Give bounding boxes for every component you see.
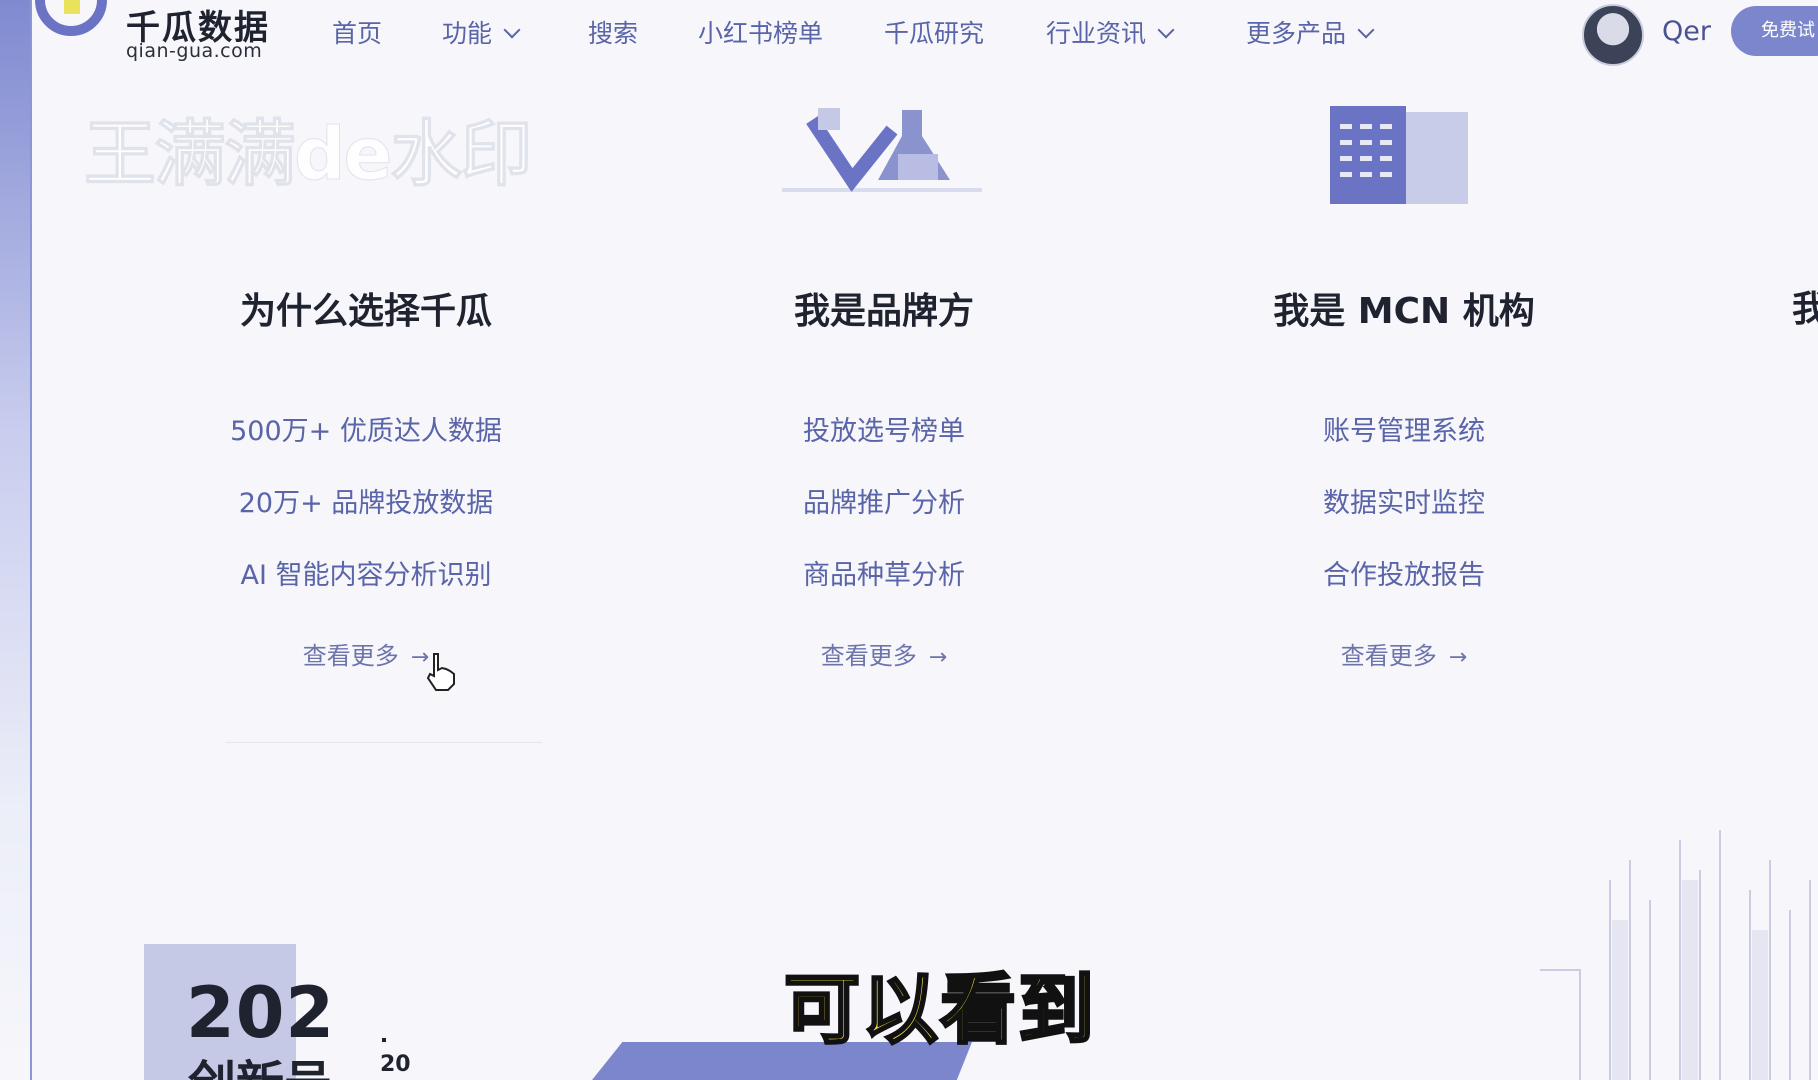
feature-list: 500万+ 优质达人数据 20万+ 品牌投放数据 AI 智能内容分析识别	[166, 396, 566, 612]
nav-features-label: 功能	[442, 19, 493, 48]
feature-item[interactable]: 投放选号榜单	[684, 396, 1084, 468]
view-more-label: 查看更多	[1340, 642, 1437, 670]
brand-illustration-icon	[782, 108, 982, 192]
nav-home-label: 首页	[332, 19, 383, 48]
nav-search-label: 搜索	[588, 19, 639, 48]
nav-research-label: 千瓜研究	[884, 19, 985, 48]
nav-research[interactable]: 千瓜研究	[884, 14, 984, 50]
username[interactable]: Qer	[1662, 16, 1711, 47]
qiangua-logo-icon[interactable]	[30, 0, 108, 60]
view-more-link[interactable]: 查看更多 →	[303, 636, 429, 671]
nav-xhs-rankings[interactable]: 小红书榜单	[698, 14, 823, 50]
chevron-down-icon	[1357, 21, 1375, 39]
arrow-right-icon: →	[1448, 645, 1468, 670]
free-trial-button[interactable]: 免费试	[1731, 6, 1818, 56]
promo-small-text: 20	[380, 1052, 411, 1077]
feature-item[interactable]: 合作投放报告	[1204, 540, 1604, 612]
watermark-text: 王满满de水印	[83, 112, 532, 197]
chevron-down-icon	[1157, 21, 1175, 39]
view-more-link[interactable]: 查看更多 →	[1341, 636, 1467, 671]
mcn-column: 我是 MCN 机构 账号管理系统 数据实时监控 合作投放报告 查看更多 →	[1204, 270, 1604, 671]
promo-subtitle: 创新号	[188, 1044, 332, 1080]
view-more-link[interactable]: 查看更多 →	[821, 636, 947, 671]
column-title: 为什么选择千瓜	[239, 291, 492, 332]
feature-item[interactable]: 品牌推广分析	[684, 468, 1084, 540]
column-title-partial: 我	[1792, 289, 1818, 330]
view-more-label: 查看更多	[820, 642, 917, 670]
nav-more-products-label: 更多产品	[1246, 19, 1347, 48]
column-title: 我是 MCN 机构	[1273, 291, 1535, 332]
brand-column: 我是品牌方 投放选号榜单 品牌推广分析 商品种草分析 查看更多 →	[684, 270, 1084, 671]
nav-xhs-rankings-label: 小红书榜单	[698, 19, 824, 48]
video-caption: 可以看到	[783, 964, 1096, 1056]
nav-industry-news[interactable]: 行业资讯	[1046, 14, 1175, 50]
chevron-down-icon	[503, 21, 521, 39]
arrow-right-icon: →	[928, 645, 948, 670]
nav-more-products[interactable]: 更多产品	[1246, 14, 1375, 50]
feature-list: 账号管理系统 数据实时监控 合作投放报告	[1204, 396, 1604, 612]
hand-cursor-icon	[426, 653, 455, 691]
left-edge-decoration	[0, 0, 32, 1080]
promo-year: 202	[186, 972, 336, 1054]
building-illustration-icon	[1330, 106, 1468, 204]
feature-item[interactable]: 账号管理系统	[1204, 396, 1604, 468]
feature-item: 500万+ 优质达人数据	[230, 416, 502, 447]
feature-list: 投放选号榜单 品牌推广分析 商品种草分析	[684, 396, 1084, 612]
nav-features[interactable]: 功能	[442, 14, 521, 50]
section-divider	[226, 742, 542, 743]
feature-item: AI 智能内容分析识别	[240, 560, 492, 591]
feature-item: 20万+ 品牌投放数据	[238, 488, 494, 519]
nav-home[interactable]: 首页	[332, 14, 382, 50]
top-navbar: 千瓜数据 qian-gua.com 首页 功能 搜索 小红书榜单 千瓜研究 行业…	[0, 0, 1818, 66]
view-more-label: 查看更多	[302, 642, 399, 670]
promo-dot	[382, 1038, 386, 1042]
column-title: 我是品牌方	[793, 291, 974, 332]
why-qiangua-column: 为什么选择千瓜 500万+ 优质达人数据 20万+ 品牌投放数据 AI 智能内容…	[166, 270, 566, 671]
user-avatar[interactable]	[1582, 4, 1644, 66]
feature-item[interactable]: 商品种草分析	[684, 540, 1084, 612]
city-skyline-illustration-icon	[1540, 830, 1811, 1080]
nav-industry-news-label: 行业资讯	[1046, 19, 1147, 48]
logo-domain: qian-gua.com	[126, 40, 263, 62]
nav-search[interactable]: 搜索	[588, 14, 638, 50]
feature-item[interactable]: 数据实时监控	[1204, 468, 1604, 540]
